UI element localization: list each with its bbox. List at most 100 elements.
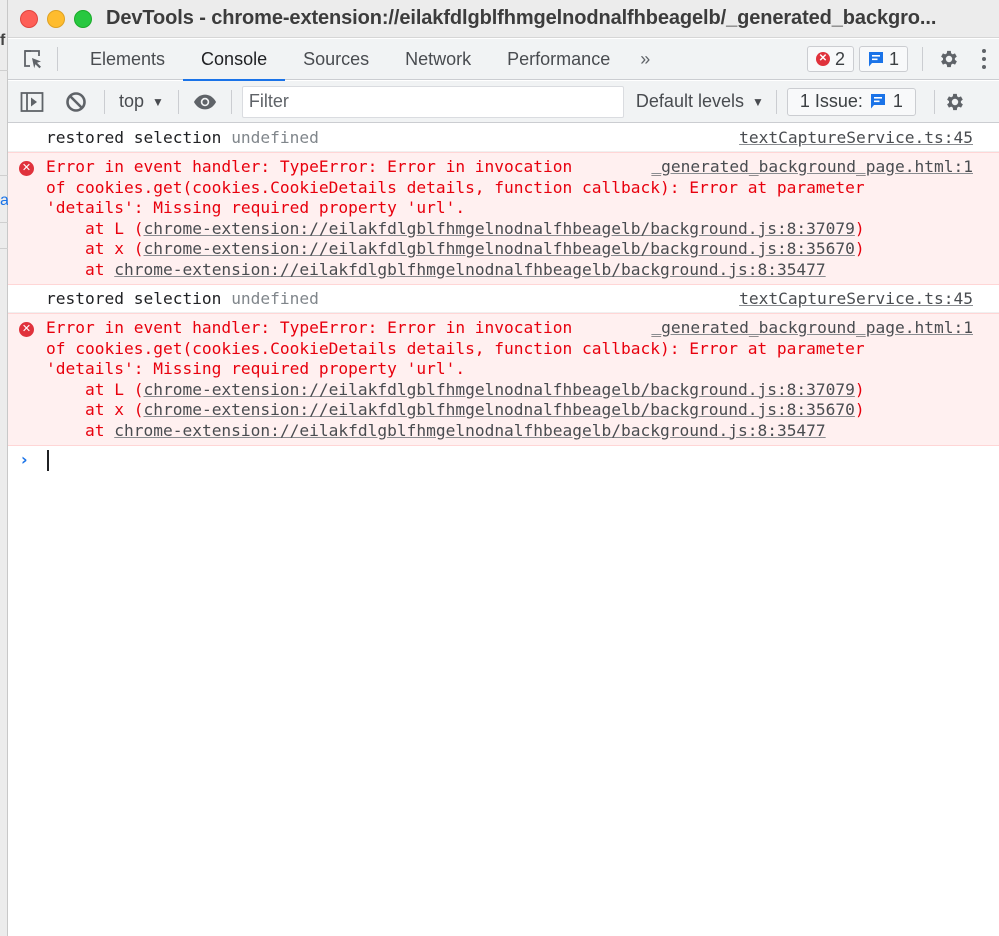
background-window-text: f [0,32,6,49]
error-count: 2 [834,48,845,69]
error-icon: ✕ [19,161,34,176]
tab-label: Elements [90,48,166,69]
divider [933,89,935,114]
console-prompt[interactable]: › [8,446,999,476]
gear-icon [941,50,957,68]
prompt-chevron-icon: › [21,450,28,469]
kebab-dot [982,65,986,69]
source-link[interactable]: textCaptureService.ts:45 [739,128,973,149]
source-link[interactable]: _generated_background_page.html:1 [643,318,973,339]
tab-bar-actions: ✕ 2 1 [802,39,999,80]
stack-link[interactable]: chrome-extension://eilakfdlgblfhmgelnodn… [143,219,854,238]
clear-console-button[interactable] [64,90,88,114]
stack-frame: at L (chrome-extension://eilakfdlgblfhmg… [46,380,973,401]
console-settings-button[interactable] [943,90,967,114]
divider [0,222,8,223]
stack-link[interactable]: chrome-extension://eilakfdlgblfhmgelnodn… [114,421,825,440]
log-text: restored selection [46,289,222,308]
log-levels-dropdown[interactable]: Default levels ▼ [636,91,764,112]
stack-prefix: at x ( [46,400,144,419]
log-value: undefined [231,289,319,308]
show-sidebar-button[interactable] [20,90,44,114]
devtools-window: DevTools - chrome-extension://eilakfdlgb… [8,0,999,936]
stack-link[interactable]: chrome-extension://eilakfdlgblfhmgelnodn… [143,239,854,258]
messages-count-button[interactable]: 1 [858,46,908,72]
issues-count: 1 [892,91,903,111]
title-bar: DevTools - chrome-extension://eilakfdlgb… [8,0,999,38]
divider [922,47,923,71]
stack-prefix: at [46,420,115,440]
stack-suffix: ) [854,400,865,419]
maximize-window-button[interactable] [74,9,92,28]
message-icon [870,94,885,109]
console-log-message: restored selection undefined textCaptureS… [8,285,999,313]
inspect-element-icon [23,50,41,69]
kebab-dot [982,57,986,61]
kebab-dot [982,49,986,53]
minimize-window-button[interactable] [47,9,65,28]
close-window-button[interactable] [20,9,38,28]
stack-prefix: at x ( [46,239,144,258]
stack-frame: at x (chrome-extension://eilakfdlgblfhmg… [46,400,973,421]
tab-label: Sources [303,48,370,69]
console-toolbar: top ▼ Default levels ▼ 1 Issue: 1 [8,81,999,123]
errors-count-button[interactable]: ✕ 2 [806,46,854,72]
stack-prefix: at [46,259,115,279]
console-error-message: ✕ _generated_background_page.html:1 Error … [8,313,999,446]
stack-link[interactable]: chrome-extension://eilakfdlgblfhmgelnodn… [143,400,854,419]
stack-frame: at L (chrome-extension://eilakfdlgblfhmg… [46,219,973,240]
error-line: 'details': Missing required property 'ur… [46,359,466,378]
error-line: 'details': Missing required property 'ur… [46,198,466,217]
more-tabs-button[interactable]: » [628,49,662,70]
source-link[interactable]: _generated_background_page.html:1 [643,157,973,178]
tab-console[interactable]: Console [183,39,286,81]
window-controls [20,9,92,28]
error-icon: ✕ [19,322,34,337]
context-selector[interactable]: top ▼ [115,91,168,112]
stack-frame: at chrome-extension://eilakfdlgblfhmgeln… [46,421,973,442]
live-expression-button[interactable] [193,90,217,114]
issues-button[interactable]: 1 Issue: 1 [786,87,916,116]
divider [0,248,8,249]
inspect-element-button[interactable] [8,47,58,71]
error-icon: ✕ [815,52,830,66]
stack-suffix: ) [854,218,865,238]
log-levels-label: Default levels [635,91,744,111]
log-text: restored selection [46,128,222,147]
error-line: of cookies.get(cookies.CookieDetails det… [46,177,865,197]
filter-input[interactable] [241,85,624,118]
stack-prefix: at L ( [46,218,144,238]
issues-label: 1 Issue: [799,91,863,111]
console-error-message: ✕ _generated_background_page.html:1 Error … [8,152,999,285]
divider [0,175,8,176]
stack-suffix: ) [854,239,865,258]
clear-console-icon [66,91,86,112]
source-link[interactable]: textCaptureService.ts:45 [739,289,973,310]
stack-link[interactable]: chrome-extension://eilakfdlgblfhmgelnodn… [114,260,825,279]
divider [0,70,8,71]
tab-sources[interactable]: Sources [285,39,387,80]
tab-elements[interactable]: Elements [72,39,183,80]
context-value: top [119,91,145,111]
main-tab-bar: Elements Console Sources Network Perform… [8,39,999,81]
divider [177,89,179,114]
tab-network[interactable]: Network [387,39,489,80]
settings-button[interactable] [937,47,961,71]
divider [104,89,105,114]
console-log-message: restored selection undefined textCaptureS… [8,124,999,152]
dropdown-arrow-icon: ▼ [751,94,764,109]
window-title: DevTools - chrome-extension://eilakfdlgb… [106,7,937,29]
tab-label: Console [201,48,268,69]
stack-link[interactable]: chrome-extension://eilakfdlgblfhmgelnodn… [143,380,854,399]
stack-frame: at chrome-extension://eilakfdlgblfhmgeln… [46,260,973,281]
tab-label: Network [405,48,472,69]
more-options-button[interactable] [969,49,999,69]
divider [775,89,777,114]
error-line: of cookies.get(cookies.CookieDetails det… [46,338,865,358]
dropdown-arrow-icon: ▼ [152,94,164,109]
background-window-edge: f a [0,0,9,936]
show-sidebar-icon [20,91,44,112]
stack-suffix: ) [854,379,865,399]
tab-performance[interactable]: Performance [489,39,628,80]
gear-icon [947,93,963,110]
